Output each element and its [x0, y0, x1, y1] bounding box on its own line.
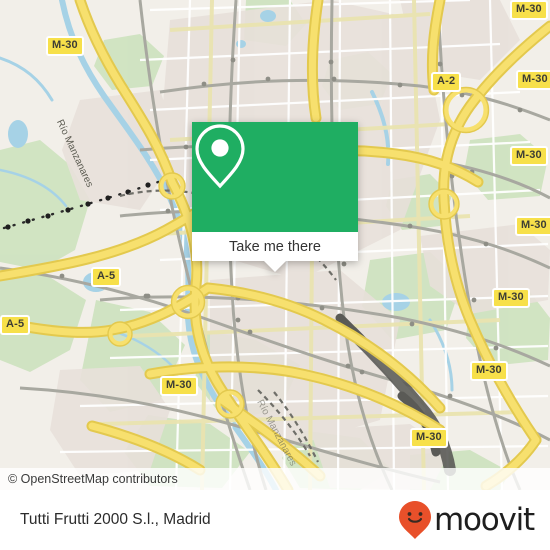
- road-shield: M-30: [470, 361, 508, 381]
- road-shield: M-30: [516, 70, 550, 90]
- popup-action-bar[interactable]: Take me there: [192, 232, 358, 272]
- moovit-smiley-pin-icon: [398, 501, 431, 539]
- popup-header: [192, 122, 358, 232]
- map-attribution-bar: © OpenStreetMap contributors: [0, 468, 550, 490]
- take-me-there-label: Take me there: [229, 238, 321, 255]
- popup-tail: [264, 261, 286, 272]
- destination-popup[interactable]: Take me there: [192, 122, 358, 272]
- road-shield: M-30: [46, 36, 84, 56]
- map-canvas[interactable]: Río Manzanares Río Manzanares M-30 M-30 A-…: [0, 0, 550, 490]
- road-shield: M-30: [410, 428, 448, 448]
- road-shield: A-5: [91, 267, 122, 287]
- road-shield: A-2: [431, 72, 462, 92]
- location-pin-icon: [195, 124, 245, 189]
- road-shield: M-30: [492, 288, 530, 308]
- moovit-wordmark: moovit: [433, 501, 535, 538]
- road-shield: M-30: [515, 216, 550, 236]
- road-shield: M-30: [510, 146, 548, 166]
- road-shield: M-30: [510, 0, 548, 20]
- moovit-logo[interactable]: moovit: [398, 500, 535, 540]
- place-name-label: Tutti Frutti 2000 S.l., Madrid: [20, 511, 211, 528]
- road-shield: M-30: [160, 376, 198, 396]
- road-shield: A-5: [0, 315, 31, 335]
- osm-attribution-text[interactable]: © OpenStreetMap contributors: [0, 472, 178, 486]
- map-screenshot: Río Manzanares Río Manzanares M-30 M-30 A-…: [0, 0, 550, 550]
- footer-bar: Tutti Frutti 2000 S.l., Madrid moovit: [0, 490, 550, 550]
